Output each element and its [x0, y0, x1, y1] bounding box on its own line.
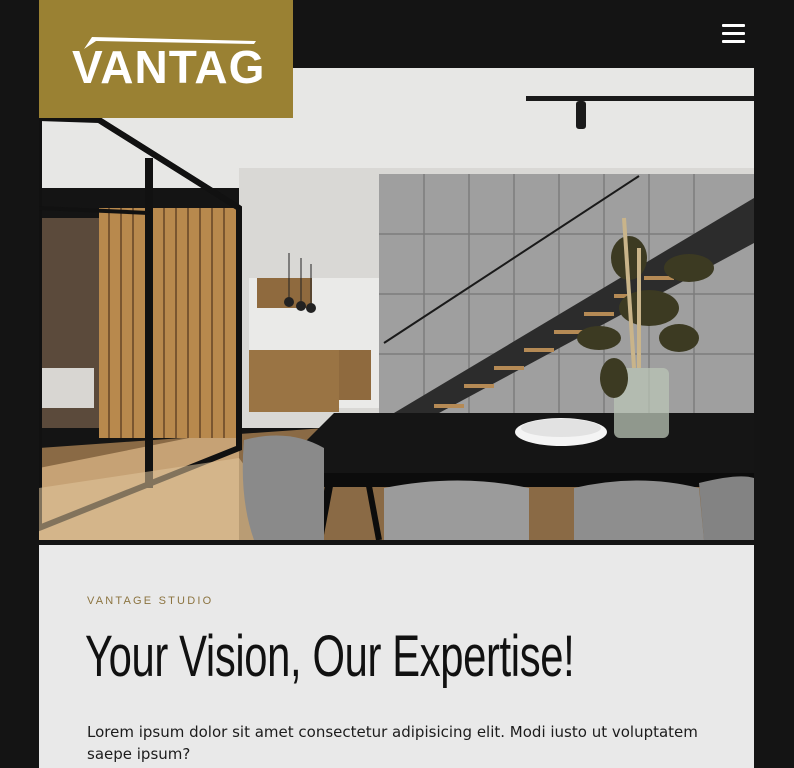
vantage-logo: VANTAGE — [72, 37, 266, 89]
menu-line-icon — [722, 40, 745, 43]
page-title: Your Vision, Our Expertise! — [85, 624, 575, 689]
hamburger-menu-button[interactable] — [722, 24, 746, 46]
svg-text:VANTAGE: VANTAGE — [72, 41, 266, 89]
intro-section: VANTAGE STUDIO Your Vision, Our Expertis… — [39, 545, 754, 768]
hero-image — [39, 68, 754, 540]
menu-line-icon — [722, 32, 745, 35]
section-eyebrow: VANTAGE STUDIO — [87, 595, 214, 607]
intro-paragraph: Lorem ipsum dolor sit amet consectetur a… — [87, 723, 698, 763]
menu-line-icon — [722, 24, 745, 27]
logo[interactable]: VANTAGE — [39, 0, 293, 118]
